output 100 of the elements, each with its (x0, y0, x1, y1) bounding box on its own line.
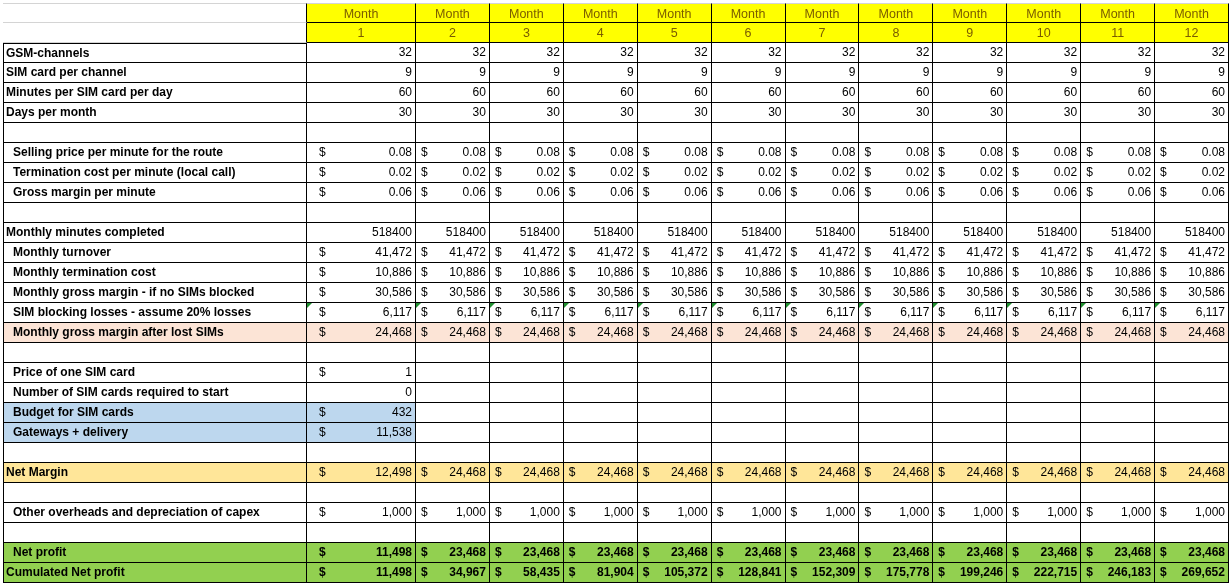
table-cell: $ 105,372 (637, 563, 712, 583)
table-cell: $ 1,000 (1007, 503, 1082, 523)
table-cell: $ 10,886 (1007, 263, 1082, 283)
table-cell: 518400 (563, 223, 638, 243)
table-cell: $ 12,498 (307, 463, 416, 483)
table-cell: 9 (637, 63, 712, 83)
table-cell: $ 0.06 (933, 183, 1008, 203)
table-cell: 32 (859, 43, 934, 63)
table-cell: $ 0.02 (637, 163, 712, 183)
month-number: 5 (637, 23, 712, 43)
table-cell: $ 11,538 (307, 423, 416, 443)
table-cell: 518400 (785, 223, 860, 243)
month-header: Month (637, 3, 712, 23)
table-cell: 518400 (1155, 223, 1229, 243)
table-cell: $ 0.06 (637, 183, 712, 203)
row-label: Minutes per SIM card per day (3, 83, 307, 103)
table-cell: 518400 (307, 223, 416, 243)
month-header: Month (489, 3, 564, 23)
month-header: Month (859, 3, 934, 23)
table-cell: 9 (1007, 63, 1082, 83)
table-cell: 32 (711, 43, 786, 63)
table-cell: 32 (933, 43, 1008, 63)
table-cell: 32 (489, 43, 564, 63)
table-cell: 30 (637, 103, 712, 123)
table-cell: 32 (1155, 43, 1229, 63)
table-cell: $ 0.08 (563, 143, 638, 163)
table-cell: $ 10,886 (307, 263, 416, 283)
table-cell: 518400 (1081, 223, 1156, 243)
table-cell: 60 (489, 83, 564, 103)
table-cell: 60 (637, 83, 712, 103)
table-cell: 60 (563, 83, 638, 103)
table-cell: 30 (1007, 103, 1082, 123)
table-cell: 30 (711, 103, 786, 123)
table-cell: $ 24,468 (859, 463, 934, 483)
table-cell: $ 0.02 (1081, 163, 1156, 183)
table-cell: $ 1,000 (416, 503, 490, 523)
table-cell: $ 0.08 (933, 143, 1008, 163)
table-cell: $ 10,886 (637, 263, 712, 283)
row-label: Monthly termination cost (3, 263, 307, 283)
month-header: Month (785, 3, 860, 23)
month-number: 8 (859, 23, 934, 43)
table-cell: 518400 (711, 223, 786, 243)
month-number: 1 (307, 23, 416, 43)
table-cell: 30 (489, 103, 564, 123)
table-cell: $ 30,586 (785, 283, 860, 303)
table-cell: $ 0.06 (307, 183, 416, 203)
table-cell: 9 (785, 63, 860, 83)
table-cell: $ 24,468 (933, 463, 1008, 483)
table-cell: $ 23,468 (1155, 543, 1229, 563)
table-cell: 60 (307, 83, 416, 103)
table-cell: $ 23,468 (416, 543, 490, 563)
table-cell: $ 30,586 (1155, 283, 1229, 303)
table-cell: $ 41,472 (416, 243, 490, 263)
table-cell: 9 (859, 63, 934, 83)
table-cell: $ 30,586 (933, 283, 1008, 303)
table-cell: $ 1 (307, 363, 416, 383)
table-cell: $ 24,468 (1007, 323, 1082, 343)
table-cell: $ 1,000 (785, 503, 860, 523)
table-cell: 30 (1155, 103, 1229, 123)
month-header: Month (416, 3, 490, 23)
table-cell: 32 (563, 43, 638, 63)
table-cell: $ 24,468 (1081, 463, 1156, 483)
table-cell: $ 24,468 (307, 323, 416, 343)
month-header: Month (1081, 3, 1156, 23)
table-cell: $ 41,472 (859, 243, 934, 263)
table-cell: 518400 (1007, 223, 1082, 243)
table-cell: 9 (416, 63, 490, 83)
table-cell: $ 24,468 (785, 323, 860, 343)
table-cell: $ 24,468 (489, 463, 564, 483)
table-cell: $ 41,472 (637, 243, 712, 263)
month-number: 10 (1007, 23, 1082, 43)
row-label: Monthly gross margin after lost SIMs (3, 323, 307, 343)
table-cell: 60 (1081, 83, 1156, 103)
table-cell: $ 24,468 (563, 463, 638, 483)
table-cell: $ 0.06 (416, 183, 490, 203)
table-cell: $ 23,468 (489, 543, 564, 563)
table-cell: $ 30,586 (307, 283, 416, 303)
table-cell: $ 0.06 (1081, 183, 1156, 203)
row-label: Budget for SIM cards (3, 403, 307, 423)
month-number: 11 (1081, 23, 1156, 43)
table-cell: 32 (1007, 43, 1082, 63)
table-cell: 60 (416, 83, 490, 103)
month-header: Month (563, 3, 638, 23)
table-cell: $ 0.06 (859, 183, 934, 203)
table-cell: 32 (416, 43, 490, 63)
table-cell: $ 23,468 (933, 543, 1008, 563)
month-header: Month (1007, 3, 1082, 23)
month-number: 7 (785, 23, 860, 43)
table-cell: $ 0.08 (307, 143, 416, 163)
table-cell: 9 (1155, 63, 1229, 83)
table-cell: $ 128,841 (711, 563, 786, 583)
table-cell: $ 41,472 (1155, 243, 1229, 263)
month-number: 3 (489, 23, 564, 43)
table-cell: $ 0.06 (563, 183, 638, 203)
month-header: Month (1155, 3, 1229, 23)
row-label: Monthly turnover (3, 243, 307, 263)
table-cell: $ 246,183 (1081, 563, 1156, 583)
table-cell: $ 30,586 (637, 283, 712, 303)
table-cell: $ 10,886 (563, 263, 638, 283)
row-label: Gross margin per minute (3, 183, 307, 203)
